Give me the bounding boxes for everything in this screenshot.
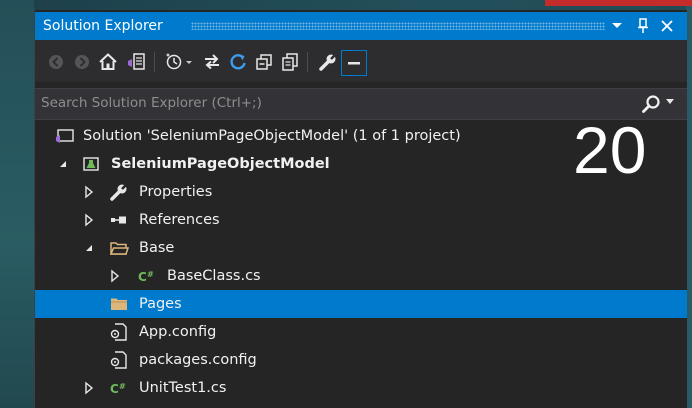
svg-text:#: # [147,270,154,279]
tree-item-references[interactable]: References [35,206,687,234]
expanded-arrow-icon[interactable] [81,240,97,256]
collapsed-arrow-icon[interactable] [81,184,97,200]
preview-selected-items-button[interactable] [341,50,367,76]
tree-item-pages-folder[interactable]: Pages [35,290,687,318]
search-options-dropdown[interactable] [663,96,677,110]
back-arrow-icon [49,55,63,69]
svg-text:#: # [119,382,126,391]
chevron-down-icon [612,23,622,28]
home-button[interactable] [97,51,119,73]
forward-button[interactable] [71,51,93,73]
preview-icon [348,62,360,65]
slide-number-overlay: 20 [573,113,647,187]
properties-button[interactable] [317,51,339,73]
refresh-icon [230,54,246,70]
background-red-strip [545,0,692,6]
collapsed-arrow-icon[interactable] [81,380,97,396]
svg-text:C: C [110,382,119,396]
folder-open-icon [109,242,129,255]
svg-text:C: C [138,270,147,284]
close-icon [661,20,673,32]
tree-item-label: UnitTest1.cs [139,380,227,396]
tree-item-label: BaseClass.cs [167,268,261,284]
config-file-icon [110,323,127,341]
sync-with-active-document-button[interactable] [201,51,223,73]
wrench-icon [110,183,128,201]
chevron-down-icon [666,99,674,104]
switch-views-button[interactable] [125,51,147,73]
toolbar-separator [307,52,308,72]
pin-button[interactable] [633,15,653,37]
references-icon [111,216,126,224]
collapse-all-button[interactable] [253,51,275,73]
background-left [0,0,34,408]
home-icon [99,53,117,70]
window-position-dropdown-button[interactable] [607,15,627,37]
back-button[interactable] [45,51,67,73]
show-all-files-icon [282,53,298,71]
tree-item-label: Solution 'SeleniumPageObjectModel' (1 of… [83,128,461,144]
refresh-button[interactable] [227,51,249,73]
tree-item-label: References [139,212,220,228]
solution-icon [56,129,74,143]
close-button[interactable] [657,15,677,37]
title-bar[interactable]: Solution Explorer [35,12,687,40]
tree-item-packages-config[interactable]: packages.config [35,346,687,374]
panel-title: Solution Explorer [43,18,163,34]
wrench-icon [319,53,337,71]
csharp-file-icon: C # [110,382,126,396]
clock-filter-icon [166,53,192,70]
tree-item-label: App.config [139,324,217,340]
tree-item-app-config[interactable]: App.config [35,318,687,346]
search-input[interactable] [41,93,621,113]
tree-item-label: Base [139,240,175,256]
switch-views-icon [128,53,145,70]
title-grip[interactable] [191,22,605,30]
tree-item-label: packages.config [139,352,257,368]
forward-arrow-icon [75,55,89,69]
tree-item-baseclass-cs[interactable]: C # BaseClass.cs [35,262,687,290]
tree-item-unittest1-cs[interactable]: C # UnitTest1.cs [35,374,687,402]
folder-icon [111,298,127,310]
tree-item-label: SeleniumPageObjectModel [111,156,330,172]
sync-icon [205,54,219,70]
tree-item-base-folder[interactable]: Base [35,234,687,262]
pin-icon [638,18,648,33]
test-project-icon [83,157,99,171]
toolbar [35,40,687,82]
collapse-all-icon [256,54,272,70]
csharp-file-icon: C # [138,270,154,284]
expanded-arrow-icon[interactable] [55,156,71,172]
show-all-files-button[interactable] [279,51,301,73]
tree-item-label: Pages [139,296,182,312]
collapsed-arrow-icon[interactable] [107,268,123,284]
solution-explorer-panel: Solution Explorer Search Solution Explor… [34,10,687,408]
collapsed-arrow-icon[interactable] [81,212,97,228]
toolbar-separator [154,52,155,72]
config-file-icon [110,351,127,369]
tree-item-label: Properties [139,184,213,200]
pending-changes-filter-button[interactable] [165,51,195,73]
